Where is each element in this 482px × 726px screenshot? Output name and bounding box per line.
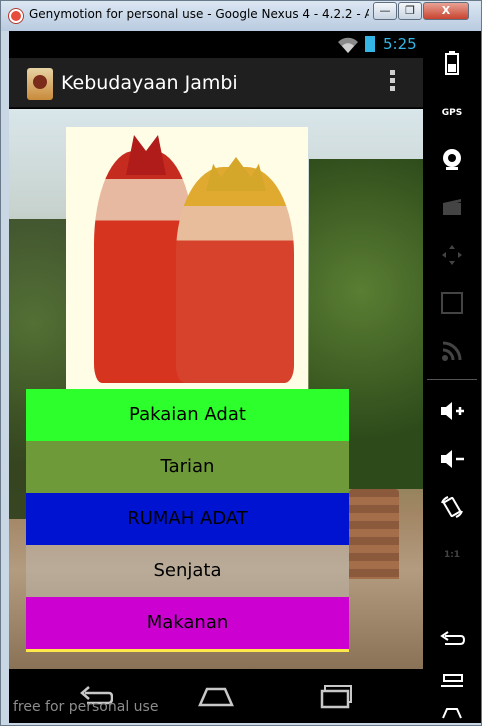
background-temple-ruin [349,489,399,579]
woman-in-costume [176,167,294,383]
tarian-button[interactable]: Tarian [26,441,349,493]
camera-icon[interactable] [423,141,481,177]
back-button-icon[interactable] [423,621,481,657]
watermark-text: free for personal use [13,699,159,715]
rumah-adat-button[interactable]: RUMAH ADAT [26,493,349,545]
android-statusbar: 5:25 [9,31,423,58]
battery-charging-icon [365,36,375,52]
senjata-button[interactable]: Senjata [26,545,349,597]
recent-apps-icon[interactable] [319,683,355,709]
rotate-icon[interactable] [423,489,481,525]
genymotion-toolbar: GPS 1:1 [423,31,481,723]
wifi-icon [338,37,358,53]
pixel-perfect-icon[interactable]: 1:1 [423,537,481,573]
rss-icon[interactable] [423,333,481,369]
remote-control-icon[interactable] [423,237,481,273]
home-button-icon[interactable] [423,703,481,723]
volume-down-icon[interactable] [423,441,481,477]
android-navbar: free for personal use [9,669,423,723]
video-capture-icon[interactable] [423,189,481,225]
device-screen: 5:25 Kebudayaan Jambi Pakaian Adat Taria… [9,31,423,723]
gps-label: GPS [441,108,463,118]
app-launcher-icon[interactable] [27,68,53,100]
traditional-headdress [126,135,166,175]
status-clock: 5:25 [383,35,417,53]
overflow-menu-icon[interactable] [385,70,399,96]
pakaian-adat-button[interactable]: Pakaian Adat [26,389,349,441]
battery-icon[interactable] [423,45,481,81]
window-titlebar[interactable]: Genymotion for personal use - Google Nex… [1,1,481,31]
window-title: Genymotion for personal use - Google Nex… [29,7,369,21]
close-button[interactable]: X [423,2,469,20]
device-id-icon[interactable] [423,285,481,321]
emulator-window: Genymotion for personal use - Google Nex… [0,0,482,726]
action-bar: Kebudayaan Jambi [9,58,423,108]
minimize-button[interactable]: — [373,2,397,20]
genymotion-icon [9,9,23,23]
traditional-costume-image [66,127,308,389]
volume-up-icon[interactable] [423,393,481,429]
menu-button-icon[interactable] [423,665,481,701]
golden-crown [206,157,266,191]
pixel-perfect-label: 1:1 [443,550,461,560]
makanan-button[interactable]: Makanan [26,597,349,652]
gps-icon[interactable]: GPS [423,95,481,131]
maximize-button[interactable]: ❐ [398,2,422,20]
home-icon[interactable] [197,683,235,709]
main-content: Pakaian Adat Tarian RUMAH ADAT Senjata M… [9,109,423,669]
app-title: Kebudayaan Jambi [61,72,238,94]
